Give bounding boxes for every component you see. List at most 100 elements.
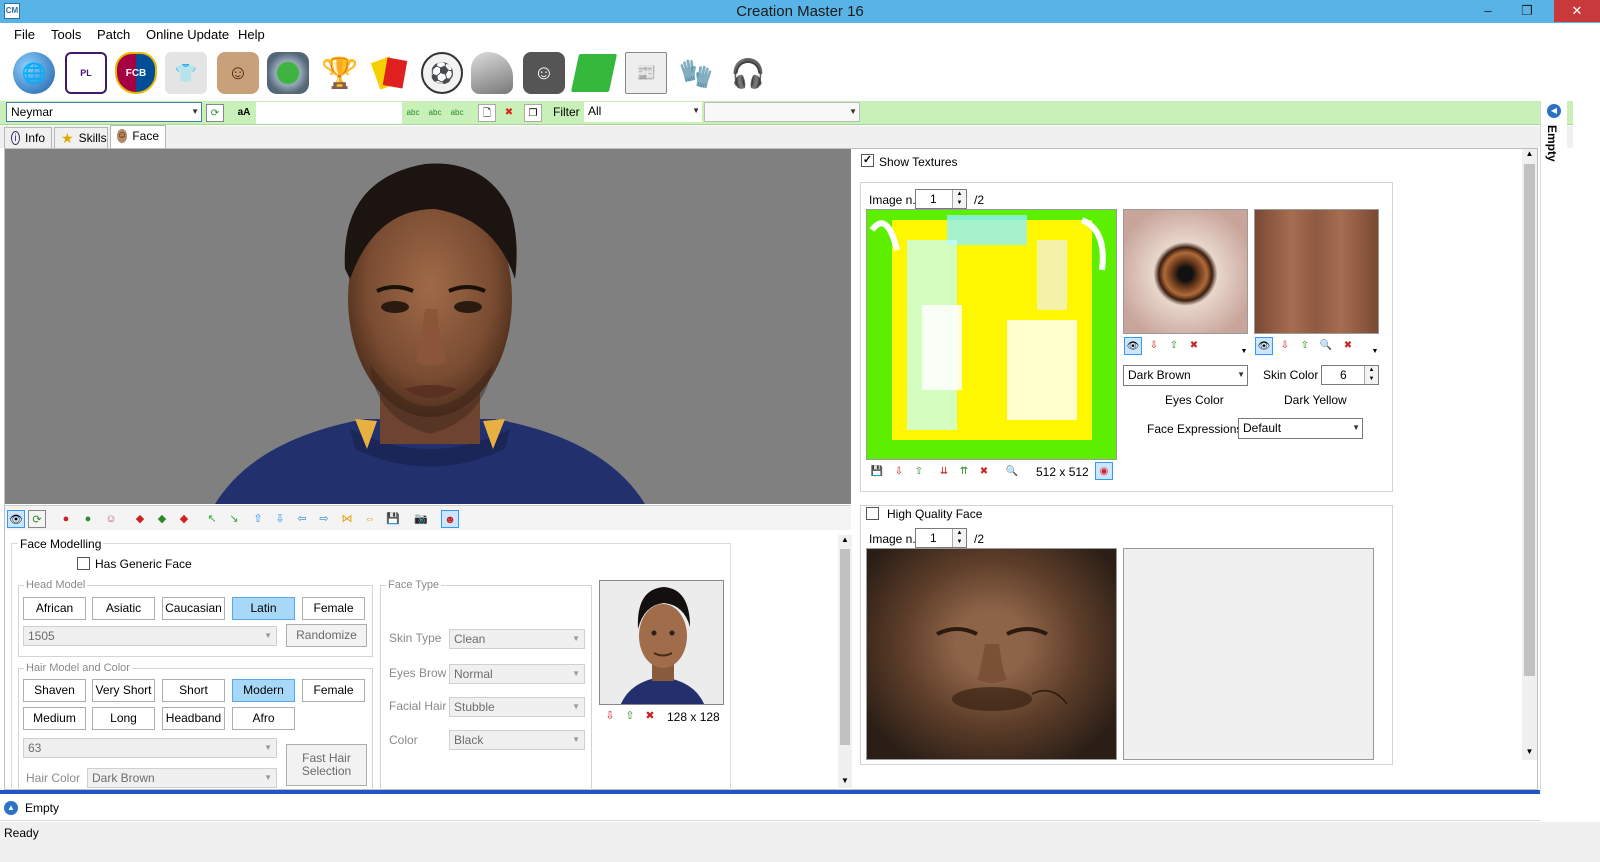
player-search-combo[interactable]: Neymar ▼ — [6, 102, 202, 122]
scroll-thumb[interactable] — [840, 549, 850, 745]
secondary-filter-combo[interactable]: ▼ — [704, 102, 860, 122]
import-texture-icon[interactable]: ⇩ — [890, 463, 908, 481]
chevron-down-icon[interactable]: ▼ — [264, 743, 272, 752]
refresh-icon[interactable]: ⟳ — [206, 104, 224, 122]
hair-red-icon[interactable]: ◆ — [131, 510, 149, 528]
jersey-icon[interactable]: 👕 — [162, 49, 210, 97]
hair-model-id-combo[interactable]: 63 ▼ — [23, 738, 277, 758]
camera-icon[interactable]: 📷 — [412, 510, 430, 528]
hair-long-button[interactable]: Long — [92, 707, 155, 730]
delete-eye-texture-icon[interactable]: ✖ — [1185, 337, 1203, 355]
hair-afro-button[interactable]: Afro — [232, 707, 295, 730]
photo-delete-icon[interactable]: ✖ — [641, 709, 659, 727]
delete-item-icon[interactable]: ✖ — [500, 104, 518, 122]
dock-arrow-icon[interactable]: ▲ — [4, 801, 18, 815]
eye-texture-image[interactable] — [1123, 209, 1248, 334]
copy-item-icon[interactable]: ❐ — [524, 104, 542, 122]
abc-search-prev-icon[interactable]: abc — [426, 104, 444, 122]
head-asiatic-button[interactable]: Asiatic — [92, 597, 155, 620]
hair-modern-button[interactable]: Modern — [232, 679, 295, 702]
arrow-up-icon[interactable]: ⇧ — [249, 510, 267, 528]
export-texture-icon[interactable]: ⇧ — [910, 463, 928, 481]
premier-league-icon[interactable]: PL — [62, 49, 110, 97]
image-number-stepper[interactable]: 1 ▲ ▼ — [915, 189, 967, 209]
skin-color-stepper[interactable]: 6 ▲ ▼ — [1321, 365, 1379, 385]
close-button[interactable]: ✕ — [1554, 0, 1600, 22]
hair-short-button[interactable]: Short — [162, 679, 225, 702]
facial-hair-combo[interactable]: Stubble ▼ — [449, 697, 585, 717]
face-expressions-combo[interactable]: Default ▼ — [1238, 418, 1363, 439]
skin-texture-image[interactable] — [1254, 209, 1379, 334]
chevron-down-icon[interactable]: ▼ — [692, 106, 700, 115]
arrow-left-icon[interactable]: ⇦ — [293, 510, 311, 528]
zoom-icon[interactable]: 🔍 — [1003, 463, 1021, 481]
dock-arrow-icon[interactable]: ◀ — [1547, 104, 1561, 118]
head-green-icon[interactable]: ● — [79, 510, 97, 528]
eyes-color-combo[interactable]: Dark Brown ▼ — [1123, 365, 1248, 386]
scroll-up-arrow[interactable]: ▲ — [838, 535, 852, 547]
newspaper-icon[interactable]: 📰 — [622, 49, 670, 97]
export-skin-texture-icon[interactable]: ⇧ — [1296, 337, 1314, 355]
scroll-down-arrow[interactable]: ▼ — [1522, 747, 1537, 760]
face-render-icon[interactable]: ☻ — [441, 510, 459, 528]
has-generic-face-checkbox[interactable] — [77, 557, 90, 570]
photo-import-icon[interactable]: ⇩ — [601, 709, 619, 727]
head-caucasian-button[interactable]: Caucasian — [162, 597, 225, 620]
stepper-arrows[interactable]: ▲ ▼ — [952, 529, 966, 547]
head-red-icon[interactable]: ● — [57, 510, 75, 528]
import-eye-texture-icon[interactable]: ⇩ — [1145, 337, 1163, 355]
head-face-icon[interactable]: ☺ — [102, 510, 120, 528]
right-dock-panel[interactable]: ◀ Empty — [1540, 101, 1567, 791]
arrow-down-right-icon[interactable]: ↘ — [225, 510, 243, 528]
fc-barcelona-crest-icon[interactable]: FCB — [112, 49, 160, 97]
eyes-brow-combo[interactable]: Normal ▼ — [449, 664, 585, 684]
chevron-down-icon[interactable]: ▼ — [572, 669, 580, 678]
hair-delete-icon[interactable]: ◆ — [175, 510, 193, 528]
hair-female-button[interactable]: Female — [302, 679, 365, 702]
filter-combo[interactable]: All ▼ — [584, 102, 702, 122]
player-photo[interactable] — [599, 580, 724, 705]
arrow-down-icon[interactable]: ⇩ — [271, 510, 289, 528]
color-palette-icon[interactable]: ◉ — [1095, 462, 1113, 480]
menu-help[interactable]: Help — [238, 27, 265, 42]
chevron-down-icon[interactable]: ▼ — [572, 634, 580, 643]
head-model-id-combo[interactable]: 1505 ▼ — [23, 626, 277, 646]
scroll-thumb[interactable] — [1524, 164, 1535, 676]
import-all-icon[interactable]: ⇊ — [935, 463, 953, 481]
maximize-button[interactable]: ❐ — [1504, 0, 1550, 22]
chevron-down-icon[interactable]: ▼ — [264, 773, 272, 782]
hair-very-short-button[interactable]: Very Short — [92, 679, 155, 702]
delete-skin-texture-icon[interactable]: ✖ — [1339, 337, 1357, 355]
hair-medium-button[interactable]: Medium — [23, 707, 86, 730]
save-texture-icon[interactable]: 💾 — [868, 463, 886, 481]
scroll-up-arrow[interactable]: ▲ — [1522, 149, 1537, 162]
abc-search-next-icon[interactable]: abc — [448, 104, 466, 122]
hq-image-number-stepper[interactable]: 1 ▲ ▼ — [915, 528, 967, 548]
tab-skills[interactable]: ★ Skills — [54, 127, 108, 148]
textures-scrollbar[interactable]: ▲ ▼ — [1522, 149, 1537, 760]
pitch-icon[interactable] — [568, 49, 620, 97]
scroll-down-arrow[interactable]: ▼ — [838, 776, 852, 788]
boots-icon[interactable] — [468, 49, 516, 97]
delete-texture-icon[interactable]: ✖ — [975, 463, 993, 481]
high-quality-face-checkbox[interactable] — [866, 507, 879, 520]
referee-cards-icon[interactable] — [366, 49, 414, 97]
fast-hair-selection-button[interactable]: Fast Hair Selection — [286, 744, 367, 786]
face-modelling-scrollbar[interactable]: ▲ ▼ — [838, 535, 852, 788]
world-cup-trophy-icon[interactable]: 🏆 — [316, 49, 364, 97]
face-3d-viewport[interactable] — [5, 149, 851, 504]
stadium-icon[interactable] — [264, 49, 312, 97]
export-eye-texture-icon[interactable]: ⇧ — [1165, 337, 1183, 355]
abc-search-icon[interactable]: abc — [404, 104, 422, 122]
hq-face-texture-image[interactable] — [866, 548, 1117, 760]
hair-headband-button[interactable]: Headband — [162, 707, 225, 730]
headphones-icon[interactable]: 🎧 — [724, 49, 772, 97]
hair-color-combo[interactable]: Dark Brown ▼ — [87, 768, 277, 788]
shrink-icon[interactable]: ⋈ — [338, 510, 356, 528]
stepper-arrows[interactable]: ▲ ▼ — [952, 190, 966, 208]
manager-icon[interactable]: ☺ — [520, 49, 568, 97]
eye-icon[interactable]: 👁 — [7, 510, 25, 528]
import-skin-texture-icon[interactable]: ⇩ — [1276, 337, 1294, 355]
eye-texture-dropdown-icon[interactable]: ▼ — [1235, 343, 1253, 361]
head-female-button[interactable]: Female — [302, 597, 365, 620]
